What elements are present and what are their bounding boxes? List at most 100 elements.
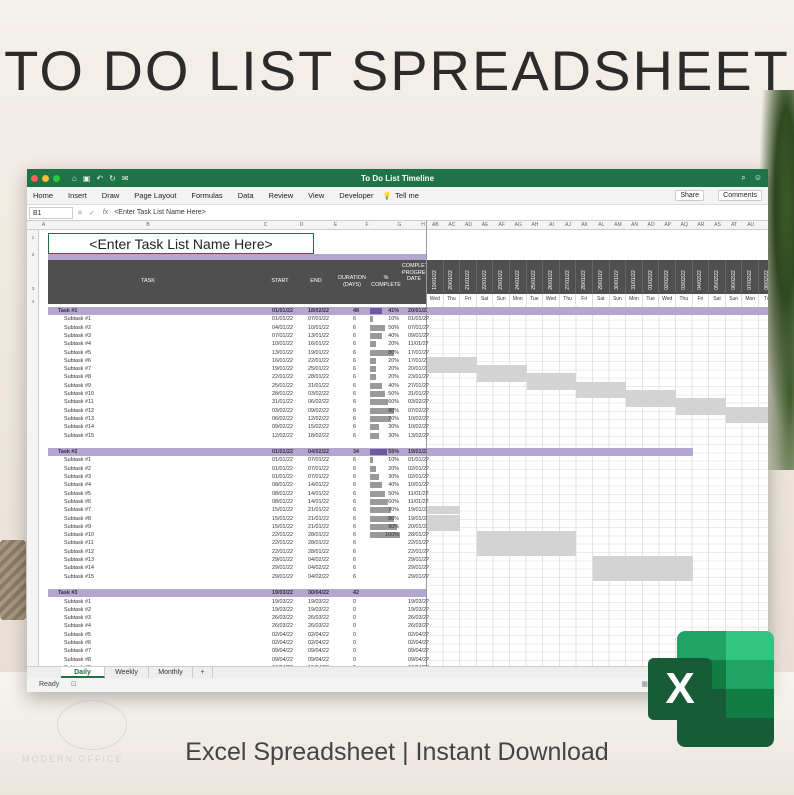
subtask-row[interactable]: Subtask #12 22/01/22 28/01/22 6 22/01/22 [48, 548, 429, 556]
subtask-row[interactable]: Subtask #5 13/01/22 19/01/22 6 17/01/22 80% [48, 349, 429, 357]
search-icon[interactable]: ⌕ [741, 173, 745, 183]
subtask-row[interactable]: Subtask #7 09/04/22 09/04/22 0 09/04/22 [48, 647, 429, 655]
subtask-row[interactable]: Subtask #14 29/01/22 04/02/22 6 29/01/22 [48, 564, 429, 572]
subtask-row[interactable]: Subtask #6 08/01/22 14/01/22 6 11/01/22 60% [48, 498, 429, 506]
sheet-tab-daily[interactable]: Daily [61, 667, 105, 678]
subtask-row[interactable]: Subtask #9 25/01/22 31/01/22 6 27/01/22 40% [48, 382, 429, 390]
subtask-row[interactable]: Subtask #15 29/01/22 04/02/22 6 29/01/22 [48, 573, 429, 581]
subtask-row[interactable]: Subtask #9 15/01/22 21/01/22 6 20/01/22 90% [48, 523, 429, 531]
subtask-row[interactable]: Subtask #8 09/04/22 09/04/22 0 09/04/22 [48, 656, 429, 664]
column-header[interactable]: AT [726, 222, 743, 228]
row-number[interactable]: 1 [27, 236, 39, 241]
subtask-row[interactable]: Subtask #15 12/02/22 18/02/22 6 13/02/22 30% [48, 432, 429, 440]
subtask-row[interactable]: Subtask #10 22/01/22 28/01/22 6 28/01/22 100% [48, 531, 429, 539]
column-header[interactable]: E [319, 222, 352, 228]
subtask-row[interactable]: Subtask #7 15/01/22 21/01/22 6 19/01/22 70% [48, 506, 429, 514]
spreadsheet-grid[interactable]: A B C D E F G H AB AC AD AE AF AG AH AI AJ AK AL AM AN AO AP AQ… [27, 221, 768, 671]
ribbon-tab-insert[interactable]: Insert [68, 191, 87, 200]
name-box[interactable]: B1 [29, 206, 73, 219]
subtask-row[interactable]: Subtask #3 07/01/22 13/01/22 6 09/01/22 40% [48, 332, 429, 340]
subtask-row[interactable]: Subtask #8 15/01/22 21/01/22 6 19/01/22 80% [48, 515, 429, 523]
column-header[interactable]: AR [693, 222, 710, 228]
comments-button[interactable]: Comments [718, 190, 762, 201]
share-icon[interactable]: ☺ [754, 173, 762, 183]
subtask-row[interactable]: Subtask #8 22/01/22 28/01/22 6 23/01/22 20% [48, 373, 429, 381]
subtask-row[interactable]: Subtask #6 16/01/22 22/01/22 6 17/01/22 20% [48, 357, 429, 365]
subtask-row[interactable]: Subtask #4 08/01/22 14/01/22 6 10/01/22 40% [48, 481, 429, 489]
fx-icon[interactable]: fx [103, 209, 108, 216]
column-header[interactable]: AI [543, 222, 560, 228]
column-header[interactable]: AJ [560, 222, 577, 228]
subtask-row[interactable]: Subtask #14 09/02/22 15/02/22 6 10/02/22 30% [48, 423, 429, 431]
subtask-row[interactable]: Subtask #12 03/02/22 09/02/22 6 07/02/22 80% [48, 407, 429, 415]
subtask-row[interactable]: Subtask #2 01/01/22 07/01/22 6 02/01/22 20% [48, 465, 429, 473]
column-header[interactable]: AB [427, 222, 444, 228]
ribbon-tab-home[interactable]: Home [33, 191, 53, 200]
subtask-row[interactable]: Subtask #13 06/02/22 12/02/22 6 10/02/22 70% [48, 415, 429, 423]
subtask-row[interactable]: Subtask #1 01/01/22 07/01/22 6 01/01/22 10% [48, 315, 429, 323]
column-header[interactable]: AP [659, 222, 676, 228]
sheet-tab-monthly[interactable]: Monthly [149, 667, 193, 678]
column-header[interactable]: AQ [676, 222, 693, 228]
column-header[interactable]: AF [493, 222, 510, 228]
subtask-row[interactable]: Subtask #10 28/01/22 03/02/22 6 31/01/22 50% [48, 390, 429, 398]
formula-input[interactable]: <Enter Task List Name Here> [114, 209, 768, 216]
subtask-row[interactable]: Subtask #4 10/01/22 16/01/22 6 11/01/22 20% [48, 340, 429, 348]
ribbon-tab-review[interactable]: Review [269, 191, 294, 200]
add-sheet-button[interactable]: + [193, 667, 213, 678]
ribbon-tab-page-layout[interactable]: Page Layout [134, 191, 176, 200]
subtask-row[interactable]: Subtask #11 31/01/22 06/02/22 6 03/02/22 60% [48, 398, 429, 406]
column-header[interactable]: G [382, 222, 417, 228]
column-header[interactable]: AU [742, 222, 759, 228]
row-number[interactable]: 3 [27, 287, 39, 292]
column-header[interactable]: AC [444, 222, 461, 228]
column-header[interactable]: AK [576, 222, 593, 228]
accessibility-icon[interactable]: ⊡ [71, 678, 77, 692]
cell-done: 26/03/22 [408, 615, 429, 622]
subtask-row[interactable]: Subtask #2 19/03/22 19/03/22 0 19/03/22 [48, 606, 429, 614]
subtask-row[interactable]: Subtask #3 01/01/22 07/01/22 6 02/01/22 30% [48, 473, 429, 481]
ribbon-tab-data[interactable]: Data [238, 191, 254, 200]
column-header[interactable]: AG [510, 222, 527, 228]
subtask-row[interactable]: Subtask #11 22/01/22 28/01/22 6 22/01/22 [48, 539, 429, 547]
subtask-row[interactable]: Subtask #6 02/04/22 02/04/22 0 02/04/22 [48, 639, 429, 647]
confirm-icon[interactable]: ✓ [89, 209, 95, 217]
column-header[interactable]: C [248, 222, 283, 228]
column-header[interactable]: AM [610, 222, 627, 228]
column-header[interactable]: AH [527, 222, 544, 228]
ribbon-tab-view[interactable]: View [308, 191, 324, 200]
normal-view-icon[interactable]: ▦ [641, 678, 648, 692]
subtask-row[interactable]: Subtask #5 02/04/22 02/04/22 0 02/04/22 [48, 631, 429, 639]
task-row[interactable]: Task #1 01/01/22 18/02/22 48 20/01/22 41% [48, 307, 429, 316]
subtask-row[interactable]: Subtask #4 26/03/22 26/03/22 0 26/03/22 [48, 622, 429, 630]
task-list-name-cell[interactable]: <Enter Task List Name Here> [48, 233, 314, 254]
task-row[interactable]: Task #3 19/03/22 30/04/22 42 [48, 589, 426, 598]
subtask-row[interactable]: Subtask #3 26/03/22 26/03/22 0 26/03/22 [48, 614, 429, 622]
column-header[interactable]: AN [626, 222, 643, 228]
ribbon-tab-formulas[interactable]: Formulas [191, 191, 222, 200]
column-header[interactable]: AD [460, 222, 477, 228]
column-header[interactable]: F [352, 222, 382, 228]
task-row[interactable]: Task #2 01/01/22 04/02/22 34 19/01/22 55% [48, 448, 429, 457]
subtask-row[interactable]: Subtask #1 19/03/22 19/03/22 0 19/03/22 [48, 598, 429, 606]
subtask-row[interactable]: Subtask #2 04/01/22 10/01/22 6 07/01/22 50% [48, 324, 429, 332]
column-header[interactable]: D [284, 222, 319, 228]
subtask-row[interactable]: Subtask #7 19/01/22 25/01/22 6 20/01/22 20% [48, 365, 429, 373]
tell-me-search[interactable]: Tell me [395, 191, 419, 200]
share-button[interactable]: Share [675, 190, 704, 201]
row-number[interactable]: 4 [27, 300, 39, 305]
column-header[interactable]: AS [709, 222, 726, 228]
subtask-row[interactable]: Subtask #1 01/01/22 07/01/22 6 01/01/22 10% [48, 456, 429, 464]
subtask-row[interactable]: Subtask #5 08/01/22 14/01/22 6 11/01/22 50% [48, 490, 429, 498]
column-header[interactable]: AL [593, 222, 610, 228]
ribbon-tab-developer[interactable]: Developer [339, 191, 373, 200]
column-header[interactable]: A [39, 222, 48, 228]
cancel-icon[interactable]: ✕ [77, 209, 83, 217]
column-header[interactable]: B [48, 222, 248, 228]
column-header[interactable]: AO [643, 222, 660, 228]
column-header[interactable]: AE [477, 222, 494, 228]
subtask-row[interactable]: Subtask #13 29/01/22 04/02/22 6 29/01/22 [48, 556, 429, 564]
sheet-tab-weekly[interactable]: Weekly [105, 667, 149, 678]
ribbon-tab-draw[interactable]: Draw [102, 191, 120, 200]
row-number[interactable]: 2 [27, 253, 39, 258]
